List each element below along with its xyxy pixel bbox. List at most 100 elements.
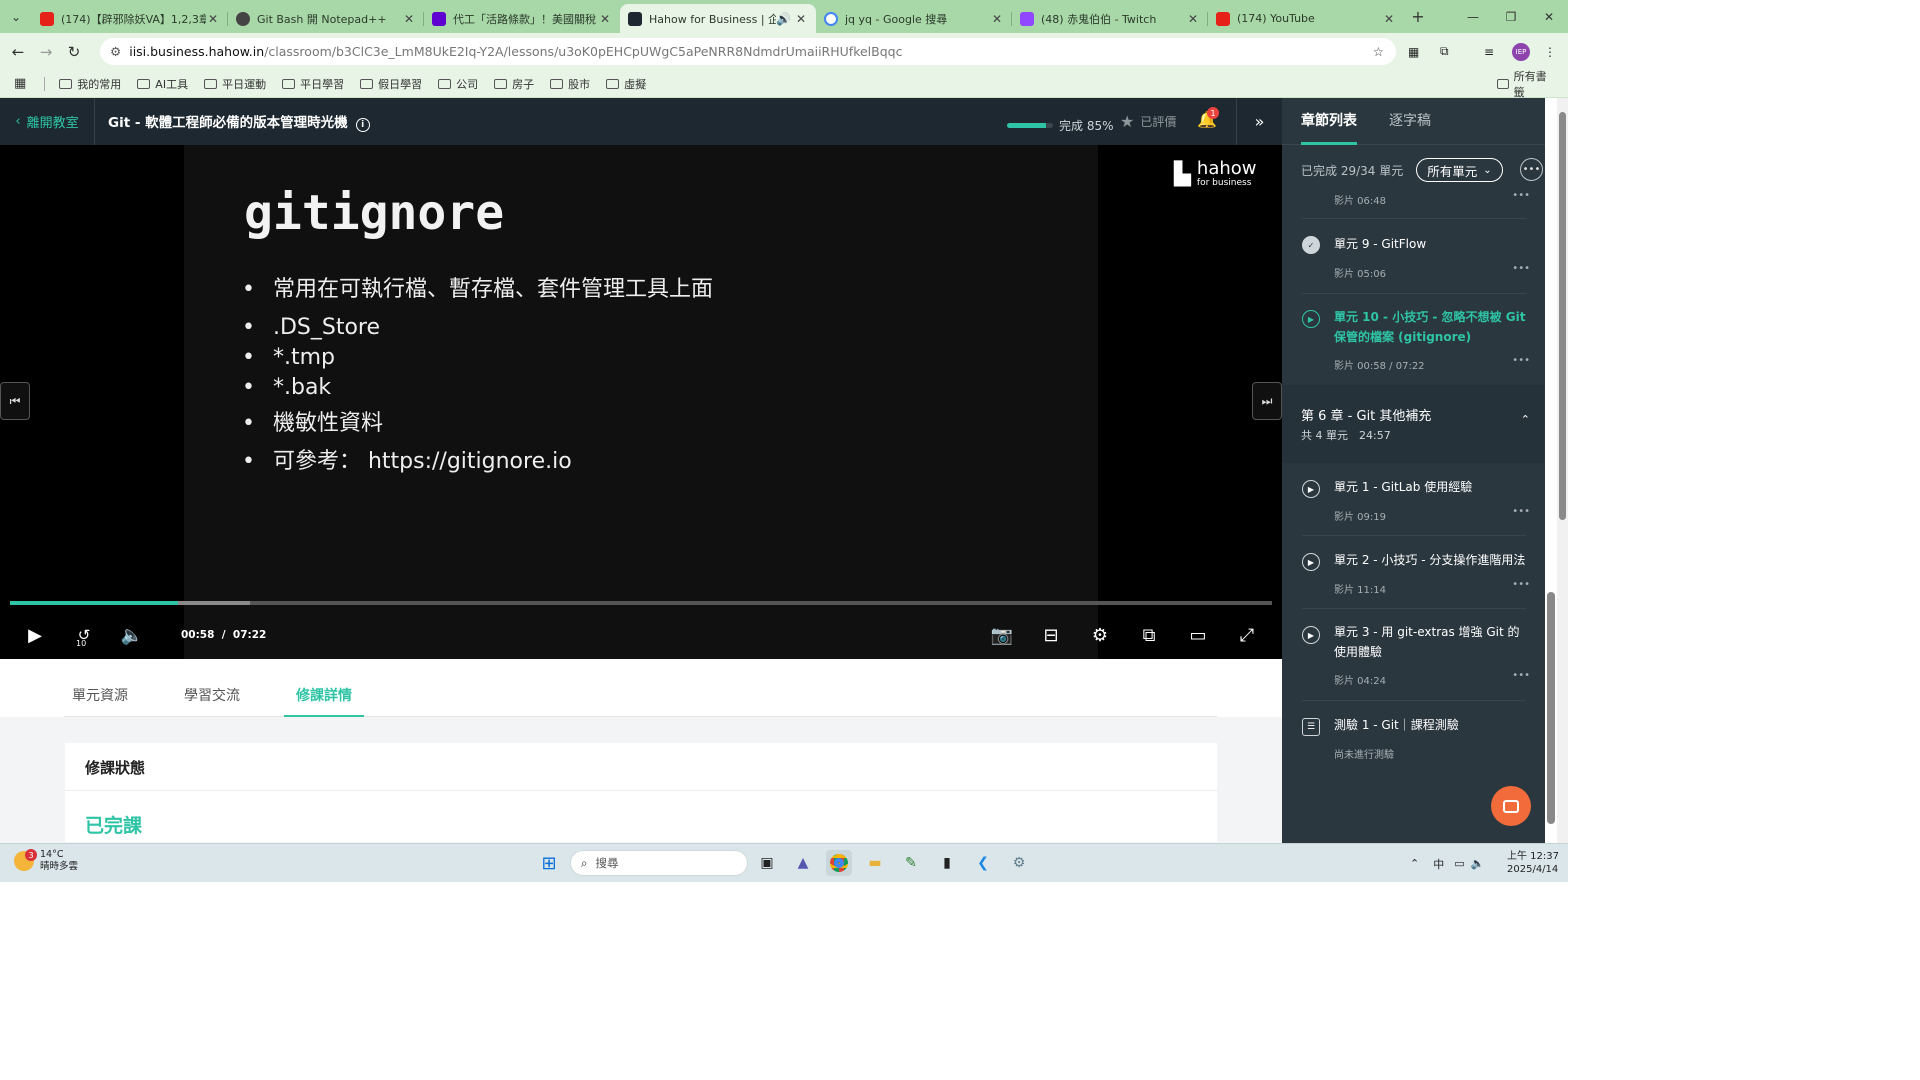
close-window-icon[interactable]: ✕ bbox=[1530, 0, 1568, 33]
close-tab-icon[interactable]: ✕ bbox=[598, 12, 612, 26]
windows-start-icon[interactable]: ⊞ bbox=[536, 850, 562, 876]
bookmark-folder[interactable]: 公司 bbox=[438, 76, 478, 92]
chrome-icon[interactable] bbox=[826, 850, 852, 876]
chat-support-button[interactable] bbox=[1491, 786, 1531, 826]
browser-menu-icon[interactable]: ⋮ bbox=[1544, 33, 1556, 70]
fullscreen-icon[interactable]: ⤢ bbox=[1233, 620, 1261, 650]
minimize-icon[interactable]: — bbox=[1454, 0, 1492, 33]
tab-discussion[interactable]: 學習交流 bbox=[176, 672, 248, 717]
page-scrollbar[interactable] bbox=[1557, 98, 1568, 843]
terminal-icon[interactable]: ▮ bbox=[934, 850, 960, 876]
settings-app-icon[interactable]: ⚙ bbox=[1006, 850, 1032, 876]
notepad-icon[interactable]: ✎ bbox=[898, 850, 924, 876]
back-icon[interactable]: ← bbox=[4, 43, 32, 61]
lesson-item[interactable]: ✓ 單元 9 - GitFlow 影片 05:06 ••• bbox=[1282, 220, 1544, 294]
browser-tab[interactable]: Git Bash 開 Notepad++ ✕ bbox=[228, 4, 424, 33]
browser-tab[interactable]: (48) 赤鬼伯伯 - Twitch ✕ bbox=[1012, 4, 1208, 33]
audio-playing-icon[interactable]: 🔊 bbox=[776, 12, 791, 26]
browser-tab-active[interactable]: Hahow for Business | 企業 🔊 ✕ bbox=[620, 4, 816, 33]
all-bookmarks[interactable]: 所有書籤 bbox=[1497, 68, 1552, 100]
network-icon[interactable]: ▭ bbox=[1454, 857, 1464, 870]
bookmark-folder[interactable]: 平日運動 bbox=[204, 76, 266, 92]
lesson-menu-icon[interactable]: ••• bbox=[1512, 506, 1530, 517]
site-info-icon[interactable]: ⚙ bbox=[110, 44, 121, 59]
close-tab-icon[interactable]: ✕ bbox=[1186, 12, 1200, 26]
restore-icon[interactable]: ❐ bbox=[1492, 0, 1530, 33]
lesson-menu-icon[interactable]: ••• bbox=[1512, 670, 1530, 681]
close-tab-icon[interactable]: ✕ bbox=[206, 12, 220, 26]
rated-button[interactable]: ★ 已評價 bbox=[1120, 112, 1176, 131]
taskbar-clock[interactable]: 上午 12:37 2025/4/14 bbox=[1507, 850, 1559, 876]
next-lesson-button[interactable]: ⏭ bbox=[1252, 382, 1282, 420]
chapter-header[interactable]: 第 6 章 - Git 其他補充 共 4 單元 24:57 ⌃ bbox=[1282, 385, 1544, 463]
sidebar-scrollbar[interactable] bbox=[1545, 98, 1557, 843]
info-icon[interactable]: i bbox=[355, 118, 370, 132]
forward-icon[interactable]: → bbox=[32, 43, 60, 61]
browser-tab[interactable]: (174)【辟邪除妖VA】1,2,3章 ✕ bbox=[32, 4, 228, 33]
lesson-menu-icon[interactable]: ••• bbox=[1512, 579, 1530, 590]
bookmark-folder[interactable]: 我的常用 bbox=[59, 76, 121, 92]
unit-filter-dropdown[interactable]: 所有單元 ⌄ bbox=[1416, 158, 1503, 182]
bookmark-folder[interactable]: 虛擬 bbox=[606, 76, 646, 92]
apps-icon[interactable]: ▦ bbox=[14, 76, 26, 91]
chevron-up-icon[interactable]: ⌃ bbox=[1410, 857, 1419, 870]
seek-bar[interactable] bbox=[10, 601, 1272, 605]
screenshot-icon[interactable]: 📷 bbox=[988, 620, 1016, 650]
speaker-icon[interactable]: 🔈 bbox=[1471, 857, 1485, 870]
bookmark-folder[interactable]: 平日學習 bbox=[282, 76, 344, 92]
browser-tab[interactable]: 代工「活路條款」！美國關稅 ✕ bbox=[424, 4, 620, 33]
tab-course-details[interactable]: 修課詳情 bbox=[284, 672, 364, 718]
previous-lesson-button[interactable]: ⏮ bbox=[0, 382, 30, 420]
bookmark-folder[interactable]: 房子 bbox=[494, 76, 534, 92]
collapse-sidebar-icon[interactable]: » bbox=[1236, 98, 1282, 145]
address-bar[interactable]: ⚙ iisi.business.hahow.in/classroom/b3ClC… bbox=[100, 38, 1396, 65]
translate-icon[interactable]: ▦ bbox=[1408, 33, 1419, 70]
task-view-icon[interactable]: ▣ bbox=[754, 850, 780, 876]
teams-icon[interactable]: ▲ bbox=[790, 850, 816, 876]
taskbar-search[interactable]: ⌕ 搜尋 bbox=[570, 850, 748, 876]
tab-resources[interactable]: 單元資源 bbox=[64, 672, 136, 717]
profile-avatar[interactable]: IEP bbox=[1512, 33, 1530, 70]
ime-indicator[interactable]: 中 bbox=[1433, 856, 1444, 872]
lesson-item[interactable]: ▶ 單元 1 - GitLab 使用經驗 影片 09:19 ••• bbox=[1282, 463, 1544, 536]
tab-chapter-list[interactable]: 章節列表 bbox=[1301, 110, 1357, 145]
video-player[interactable]: gitignore 常用在可執行檔、暫存檔、套件管理工具上面 .DS_Store… bbox=[0, 145, 1282, 659]
tab-search-button[interactable]: ⌄ bbox=[0, 0, 32, 33]
lesson-menu-icon[interactable]: ••• bbox=[1512, 263, 1530, 274]
settings-icon[interactable]: ⚙ bbox=[1086, 620, 1114, 650]
reload-icon[interactable]: ↻ bbox=[60, 43, 88, 61]
weather-widget[interactable]: 14°C 晴時多雲 bbox=[14, 849, 78, 873]
lesson-menu-icon[interactable]: ••• bbox=[1512, 355, 1530, 366]
lesson-item[interactable]: 影片 06:48 ••• bbox=[1282, 190, 1544, 220]
subtitles-icon[interactable]: ⊟ bbox=[1037, 620, 1065, 650]
close-tab-icon[interactable]: ✕ bbox=[990, 12, 1004, 26]
browser-tab[interactable]: (174) YouTube ✕ bbox=[1208, 4, 1404, 33]
quiz-item[interactable]: ☰ 測驗 1 - Git｜課程測驗 尚未進行測驗 bbox=[1282, 701, 1544, 774]
leave-classroom-button[interactable]: ‹ 離開教室 bbox=[0, 98, 95, 145]
bookmark-folder[interactable]: 股市 bbox=[550, 76, 590, 92]
picture-in-picture-icon[interactable]: ⧉ bbox=[1135, 620, 1163, 650]
bookmark-folder[interactable]: AI工具 bbox=[137, 76, 188, 92]
close-tab-icon[interactable]: ✕ bbox=[1382, 12, 1396, 26]
lesson-menu-icon[interactable]: ••• bbox=[1512, 190, 1530, 201]
lesson-item[interactable]: ▶ 單元 2 - 小技巧 - 分支操作進階用法 影片 11:14 ••• bbox=[1282, 536, 1544, 609]
vscode-icon[interactable]: ❮ bbox=[970, 850, 996, 876]
extensions-icon[interactable]: ⧉ bbox=[1440, 33, 1449, 70]
more-options-icon[interactable]: ••• bbox=[1520, 158, 1543, 181]
chevron-up-icon[interactable]: ⌃ bbox=[1521, 413, 1530, 426]
tab-transcript[interactable]: 逐字稿 bbox=[1389, 110, 1431, 144]
file-explorer-icon[interactable]: ▬ bbox=[862, 850, 888, 876]
close-tab-icon[interactable]: ✕ bbox=[794, 12, 808, 26]
lesson-item-current[interactable]: ▶ 單元 10 - 小技巧 - 忽略不想被 Git 保管的檔案 (gitigno… bbox=[1282, 293, 1544, 385]
new-tab-button[interactable]: + bbox=[1404, 7, 1432, 26]
theater-mode-icon[interactable]: ▭ bbox=[1184, 620, 1212, 650]
volume-icon[interactable]: 🔈 bbox=[118, 620, 146, 650]
rewind-10-button[interactable]: ↺ 10 bbox=[70, 620, 98, 650]
play-icon[interactable]: ▶ bbox=[22, 620, 48, 650]
close-tab-icon[interactable]: ✕ bbox=[402, 12, 416, 26]
bookmark-star-icon[interactable]: ☆ bbox=[1373, 44, 1384, 59]
bookmark-folder[interactable]: 假日學習 bbox=[360, 76, 422, 92]
lesson-item[interactable]: ▶ 單元 3 - 用 git-extras 增強 Git 的使用體驗 影片 04… bbox=[1282, 609, 1544, 701]
browser-tab[interactable]: jq yq - Google 搜尋 ✕ bbox=[816, 4, 1012, 33]
media-control-icon[interactable]: ≡ bbox=[1484, 33, 1494, 70]
